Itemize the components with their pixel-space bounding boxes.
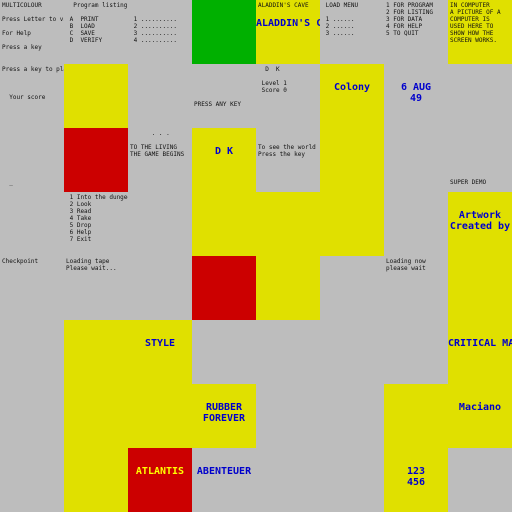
- thumbnail-tile-r0c7[interactable]: IN COMPUTER A PICTURE OF A COMPUTER IS U…: [448, 0, 512, 64]
- thumbnail-tile-r5c4[interactable]: [256, 320, 320, 384]
- thumbnail-tile-r2c0[interactable]: _: [0, 128, 64, 192]
- tile-title: ABENTEUER: [196, 466, 252, 477]
- tile-text: Loading now please wait: [386, 258, 426, 272]
- thumbnail-tile-r4c4[interactable]: [256, 256, 320, 320]
- thumbnail-tile-r5c5[interactable]: [320, 320, 384, 384]
- tile-title: D K: [214, 146, 234, 157]
- thumbnail-tile-r2c2[interactable]: . . . TO THE LIVING THE GAME BEGINS: [128, 128, 192, 192]
- thumbnail-tile-r2c1[interactable]: [64, 128, 128, 192]
- thumbnail-tile-r4c3[interactable]: [192, 256, 256, 320]
- thumbnail-tile-r0c3[interactable]: [192, 0, 256, 64]
- tile-text: D K Level 1 Score 0: [261, 66, 287, 94]
- thumbnail-tile-r0c0[interactable]: MULTICOLOUR Press Letter to view action:…: [0, 0, 64, 64]
- thumbnail-tile-r6c4[interactable]: [256, 384, 320, 448]
- thumbnail-tile-r5c0[interactable]: [0, 320, 64, 384]
- thumbnail-tile-r6c1[interactable]: [64, 384, 128, 448]
- thumbnail-tile-r4c5[interactable]: [320, 256, 384, 320]
- thumbnail-tile-r6c0[interactable]: [0, 384, 64, 448]
- thumbnail-tile-r7c6[interactable]: 123 456: [384, 448, 448, 512]
- tile-text: 1 FOR PROGRAM 2 FOR LISTING 3 FOR DATA 4…: [386, 2, 433, 37]
- thumbnail-tile-r6c2[interactable]: [128, 384, 192, 448]
- tile-title: STYLE: [144, 338, 176, 349]
- thumbnail-tile-r5c2[interactable]: STYLE: [128, 320, 192, 384]
- thumbnail-tile-r6c3[interactable]: RUBBER FOREVER: [192, 384, 256, 448]
- thumbnail-tile-r1c0[interactable]: Press a key to play Your score: [0, 64, 64, 128]
- thumbnail-tile-r2c4[interactable]: To see the world Press the key: [256, 128, 320, 192]
- thumbnail-tile-r3c3[interactable]: [192, 192, 256, 256]
- tile-text: LOAD MENU 1 ...... 2 ...... 3 ......: [325, 2, 359, 37]
- thumbnail-tile-r7c3[interactable]: ABENTEUER: [192, 448, 256, 512]
- tile-title: RUBBER FOREVER: [202, 402, 246, 424]
- thumbnail-tile-r1c6[interactable]: 6 AUG 49: [384, 64, 448, 128]
- thumbnail-tile-r5c3[interactable]: [192, 320, 256, 384]
- thumbnail-tile-r7c4[interactable]: [256, 448, 320, 512]
- tile-text: To see the world Press the key: [258, 144, 316, 158]
- thumbnail-tile-r3c7[interactable]: Artwork Created by: [448, 192, 512, 256]
- thumbnail-tile-r7c0[interactable]: [0, 448, 64, 512]
- tile-text: Program listings A PRINT B LOAD C SAVE D…: [69, 2, 128, 44]
- tile-text: PRESS ANY KEY: [194, 101, 241, 108]
- tile-title: Artwork Created by: [449, 210, 511, 232]
- tile-title: Maciano: [458, 402, 502, 413]
- tile-text: 1 Into the dungeon 2 Look 3 Read 4 Take …: [69, 194, 128, 243]
- thumbnail-tile-r4c7[interactable]: [448, 256, 512, 320]
- thumbnail-tile-r4c6[interactable]: Loading now please wait: [384, 256, 448, 320]
- tile-text: ALADDIN'S CAVE: [258, 2, 309, 9]
- thumbnail-tile-r4c0[interactable]: Checkpoint: [0, 256, 64, 320]
- tile-title: 6 AUG 49: [400, 82, 432, 104]
- thumbnail-tile-r3c6[interactable]: [384, 192, 448, 256]
- thumbnail-mosaic: MULTICOLOUR Press Letter to view action:…: [0, 0, 512, 512]
- tile-text: _: [9, 179, 13, 186]
- thumbnail-tile-r4c1[interactable]: Loading tape Please wait...: [64, 256, 128, 320]
- thumbnail-tile-r6c6[interactable]: [384, 384, 448, 448]
- thumbnail-tile-r3c0[interactable]: [0, 192, 64, 256]
- thumbnail-tile-r1c7[interactable]: [448, 64, 512, 128]
- tile-text: IN COMPUTER A PICTURE OF A COMPUTER IS U…: [450, 2, 501, 44]
- thumbnail-tile-r1c5[interactable]: Colony: [320, 64, 384, 128]
- thumbnail-tile-r1c3[interactable]: PRESS ANY KEY: [192, 64, 256, 128]
- thumbnail-tile-r7c2[interactable]: ATLANTIS: [128, 448, 192, 512]
- thumbnail-tile-r0c1[interactable]: Program listings A PRINT B LOAD C SAVE D…: [64, 0, 128, 64]
- thumbnail-tile-r0c6[interactable]: 1 FOR PROGRAM 2 FOR LISTING 3 FOR DATA 4…: [384, 0, 448, 64]
- thumbnail-tile-r1c1[interactable]: [64, 64, 128, 128]
- thumbnail-tile-r3c4[interactable]: [256, 192, 320, 256]
- tile-title: Colony: [333, 82, 371, 93]
- thumbnail-tile-r4c2[interactable]: [128, 256, 192, 320]
- tile-text: Checkpoint: [2, 258, 39, 265]
- tile-text: SUPER DEMO By Anon: [450, 179, 487, 186]
- tile-text: 1 .......... 2 .......... 3 .......... 4…: [133, 16, 177, 44]
- thumbnail-tile-r3c2[interactable]: [128, 192, 192, 256]
- tile-title: ATLANTIS: [135, 466, 185, 477]
- tile-title: ALADDIN'S CAVE: [256, 18, 320, 29]
- thumbnail-tile-r5c6[interactable]: [384, 320, 448, 384]
- thumbnail-tile-r0c5[interactable]: LOAD MENU 1 ...... 2 ...... 3 ......: [320, 0, 384, 64]
- thumbnail-tile-r2c7[interactable]: SUPER DEMO By Anon: [448, 128, 512, 192]
- thumbnail-tile-r6c5[interactable]: [320, 384, 384, 448]
- thumbnail-tile-r0c4[interactable]: ALADDIN'S CAVE ALADDIN'S CAVE: [256, 0, 320, 64]
- tile-text: MULTICOLOUR Press Letter to view action:…: [2, 2, 64, 51]
- thumbnail-tile-r0c2[interactable]: 1 .......... 2 .......... 3 .......... 4…: [128, 0, 192, 64]
- tile-text: Loading tape Please wait...: [66, 258, 117, 272]
- thumbnail-tile-r5c7[interactable]: CRITICAL MASS: [448, 320, 512, 384]
- thumbnail-tile-r7c1[interactable]: [64, 448, 128, 512]
- tile-title: 123 456: [406, 466, 426, 488]
- thumbnail-tile-r3c5[interactable]: [320, 192, 384, 256]
- thumbnail-tile-r6c7[interactable]: Maciano: [448, 384, 512, 448]
- thumbnail-tile-r7c5[interactable]: [320, 448, 384, 512]
- thumbnail-tile-r1c2[interactable]: [128, 64, 192, 128]
- thumbnail-tile-r3c1[interactable]: 1 Into the dungeon 2 Look 3 Read 4 Take …: [64, 192, 128, 256]
- thumbnail-tile-r2c3[interactable]: D K: [192, 128, 256, 192]
- thumbnail-tile-r7c7[interactable]: [448, 448, 512, 512]
- thumbnail-tile-r2c6[interactable]: [384, 128, 448, 192]
- thumbnail-tile-r2c5[interactable]: [320, 128, 384, 192]
- thumbnail-tile-r1c4[interactable]: D K Level 1 Score 0: [256, 64, 320, 128]
- tile-title: CRITICAL MASS: [448, 338, 512, 349]
- tile-text: Press a key to play Your score: [2, 66, 64, 101]
- tile-text: . . . TO THE LIVING THE GAME BEGINS: [130, 130, 185, 158]
- thumbnail-tile-r5c1[interactable]: [64, 320, 128, 384]
